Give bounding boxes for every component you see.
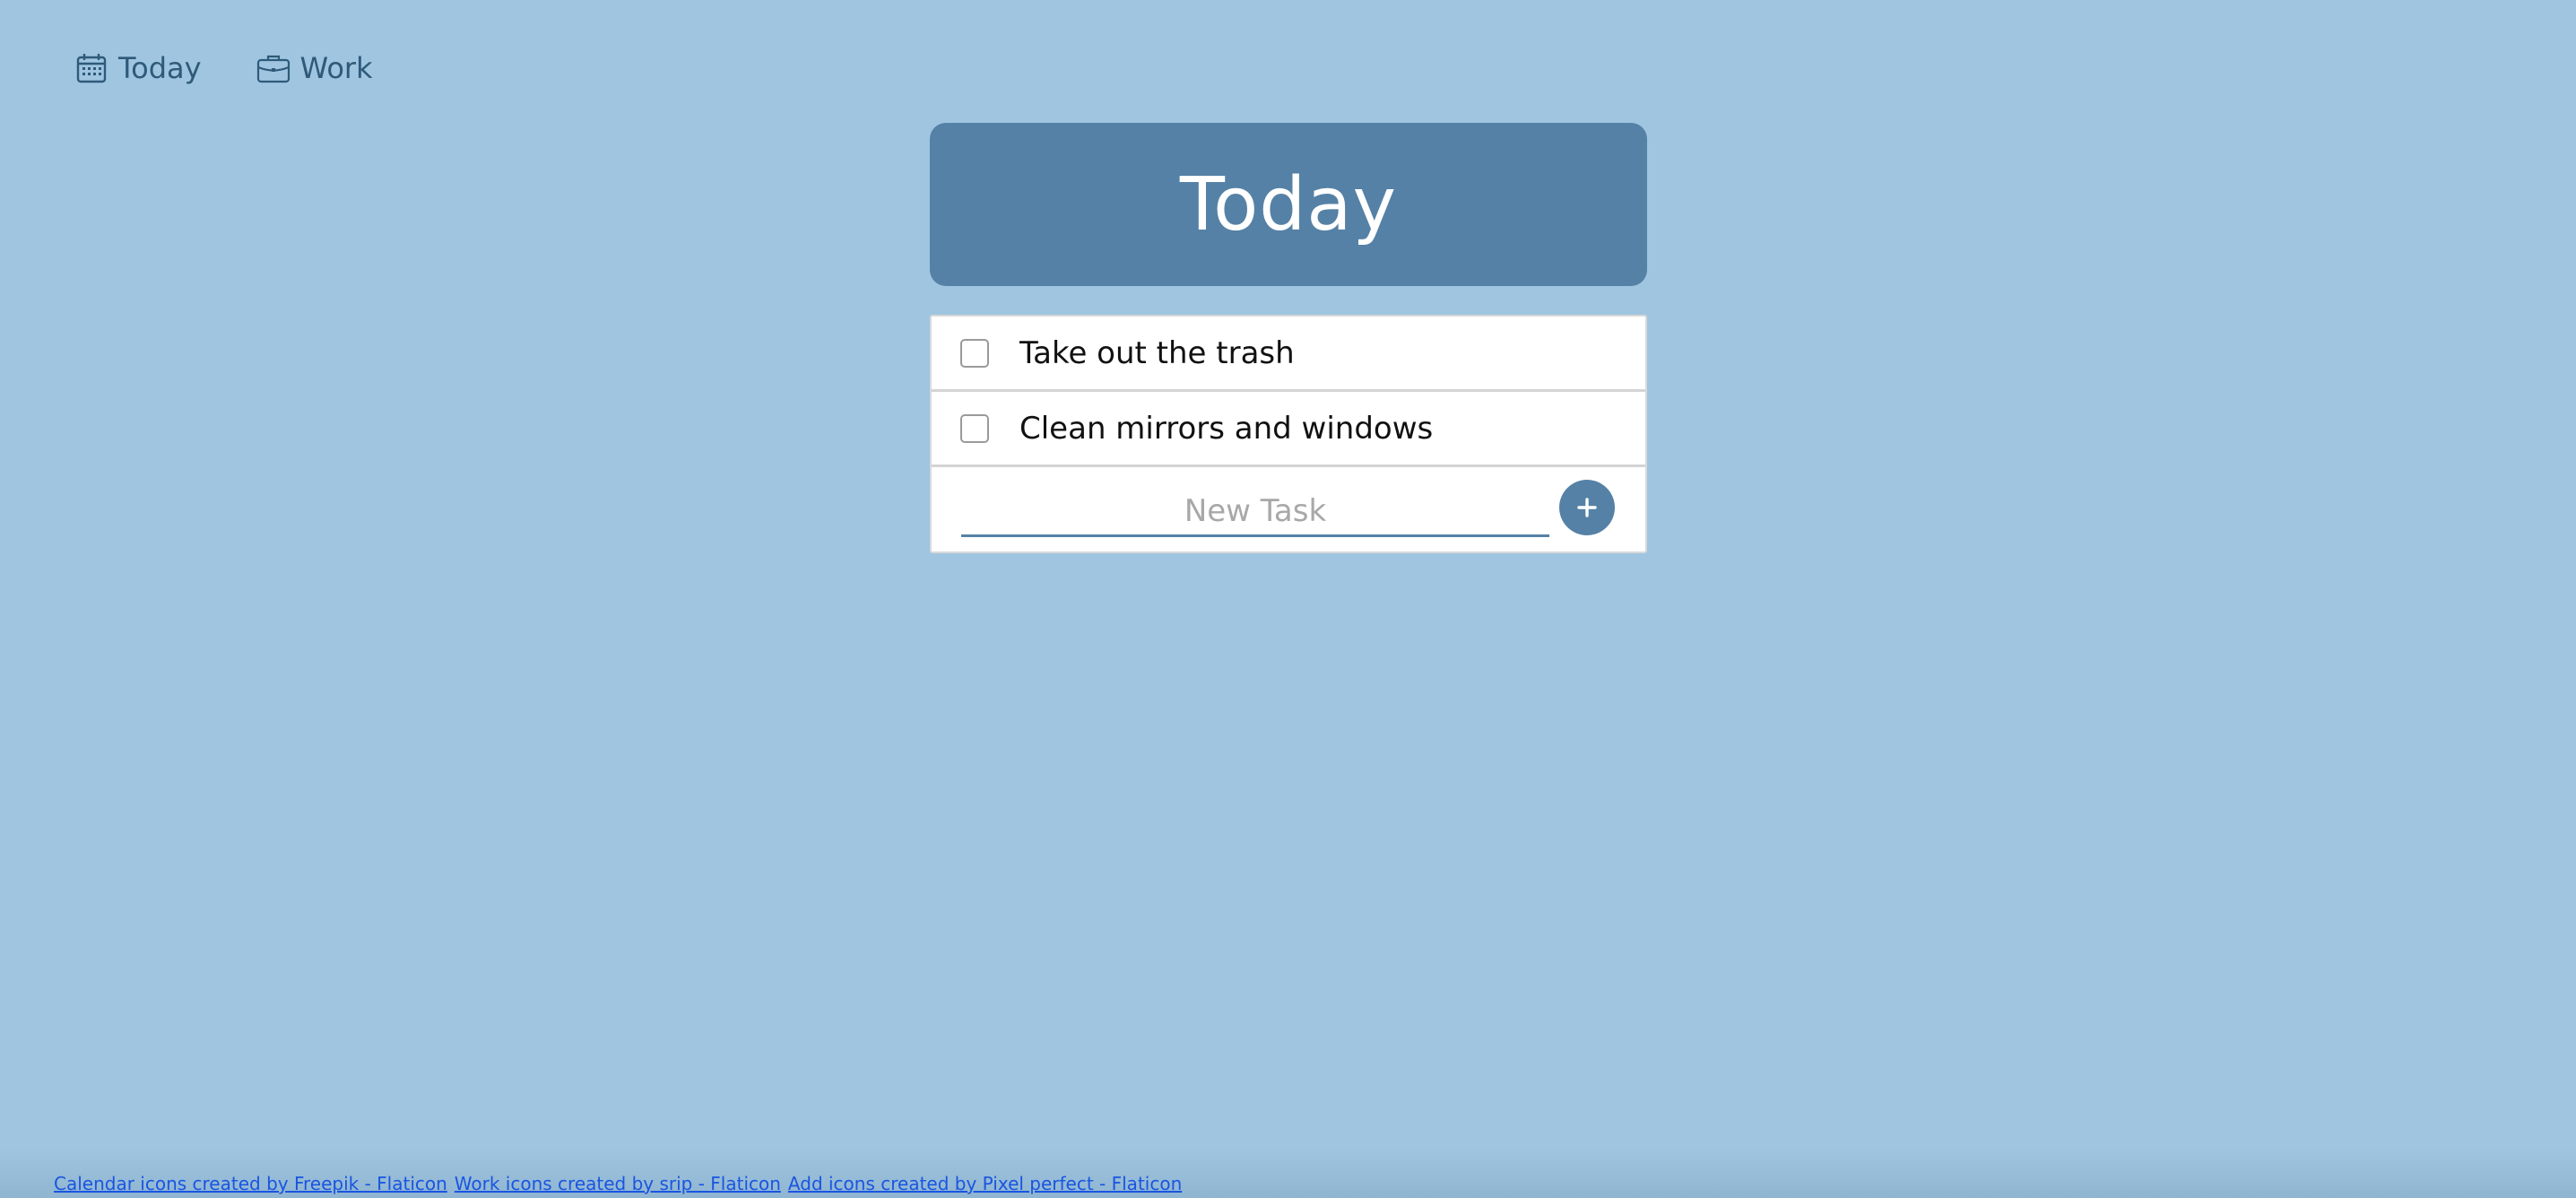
add-task-button[interactable] [1559, 480, 1615, 535]
task-list: Take out the trash Clean mirrors and win… [930, 315, 1647, 553]
task-checkbox[interactable] [960, 338, 989, 368]
new-task-input[interactable] [961, 487, 1549, 537]
plus-icon [1575, 496, 1599, 519]
work-icons-attribution-link[interactable]: Work icons created by srip - Flaticon [455, 1173, 781, 1194]
page-title: Today [1179, 161, 1398, 247]
top-nav: Today Work [74, 50, 373, 86]
new-task-row [932, 467, 1645, 551]
list-item: Take out the trash [932, 317, 1645, 392]
nav-item-work[interactable]: Work [256, 50, 373, 86]
attribution-links: Calendar icons created by Freepik - Flat… [54, 1173, 1182, 1194]
briefcase-icon [256, 50, 291, 86]
task-label: Take out the trash [1019, 334, 1295, 371]
calendar-icons-attribution-link[interactable]: Calendar icons created by Freepik - Flat… [54, 1173, 447, 1194]
add-icons-attribution-link[interactable]: Add icons created by Pixel perfect - Fla… [788, 1173, 1182, 1194]
nav-item-today[interactable]: Today [74, 50, 202, 86]
task-checkbox[interactable] [960, 413, 989, 443]
task-label: Clean mirrors and windows [1019, 410, 1434, 447]
footer: Calendar icons created by Freepik - Flat… [0, 1148, 2576, 1198]
calendar-icon [74, 50, 109, 86]
nav-item-work-label: Work [299, 51, 373, 85]
list-item: Clean mirrors and windows [932, 392, 1645, 467]
nav-item-today-label: Today [118, 51, 202, 85]
list-title-card: Today [930, 123, 1647, 286]
